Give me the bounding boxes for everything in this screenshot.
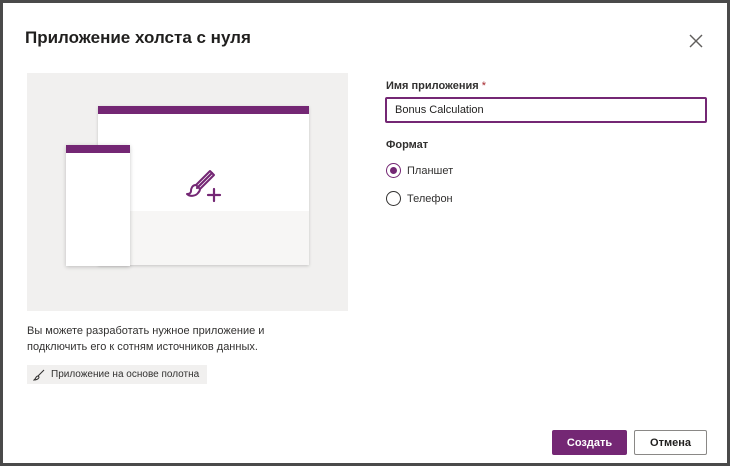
radio-tablet[interactable] bbox=[386, 163, 401, 178]
phone-mockup bbox=[66, 145, 130, 266]
dialog-title: Приложение холста с нуля bbox=[25, 28, 251, 47]
canvas-app-tag-label: Приложение на основе полотна bbox=[51, 369, 200, 380]
format-option-phone[interactable]: Телефон bbox=[386, 191, 453, 206]
app-name-label-text: Имя приложения bbox=[386, 80, 479, 92]
paintbrush-plus-icon bbox=[186, 170, 222, 203]
close-icon bbox=[689, 34, 703, 48]
preview-description: Вы можете разработать нужное приложение … bbox=[27, 325, 265, 353]
cancel-button[interactable]: Отмена bbox=[634, 430, 707, 455]
canvas-app-tag: Приложение на основе полотна bbox=[27, 365, 208, 384]
close-button[interactable] bbox=[685, 30, 707, 52]
app-preview-illustration bbox=[27, 73, 348, 311]
phone-header-bar bbox=[66, 145, 130, 153]
format-option-tablet-label: Планшет bbox=[407, 164, 454, 177]
radio-phone[interactable] bbox=[386, 191, 401, 206]
format-label: Формат bbox=[386, 139, 429, 151]
app-name-input[interactable] bbox=[385, 97, 707, 123]
format-option-phone-label: Телефон bbox=[407, 192, 453, 205]
format-option-tablet[interactable]: Планшет bbox=[386, 163, 453, 178]
create-canvas-app-dialog: Приложение холста с нуля Вы можете разра… bbox=[0, 0, 730, 466]
paintbrush-icon bbox=[33, 369, 45, 381]
create-button[interactable]: Создать bbox=[552, 430, 627, 455]
required-marker: * bbox=[481, 80, 487, 92]
tablet-header-bar bbox=[98, 106, 309, 114]
app-name-label: Имя приложения * bbox=[386, 80, 486, 92]
